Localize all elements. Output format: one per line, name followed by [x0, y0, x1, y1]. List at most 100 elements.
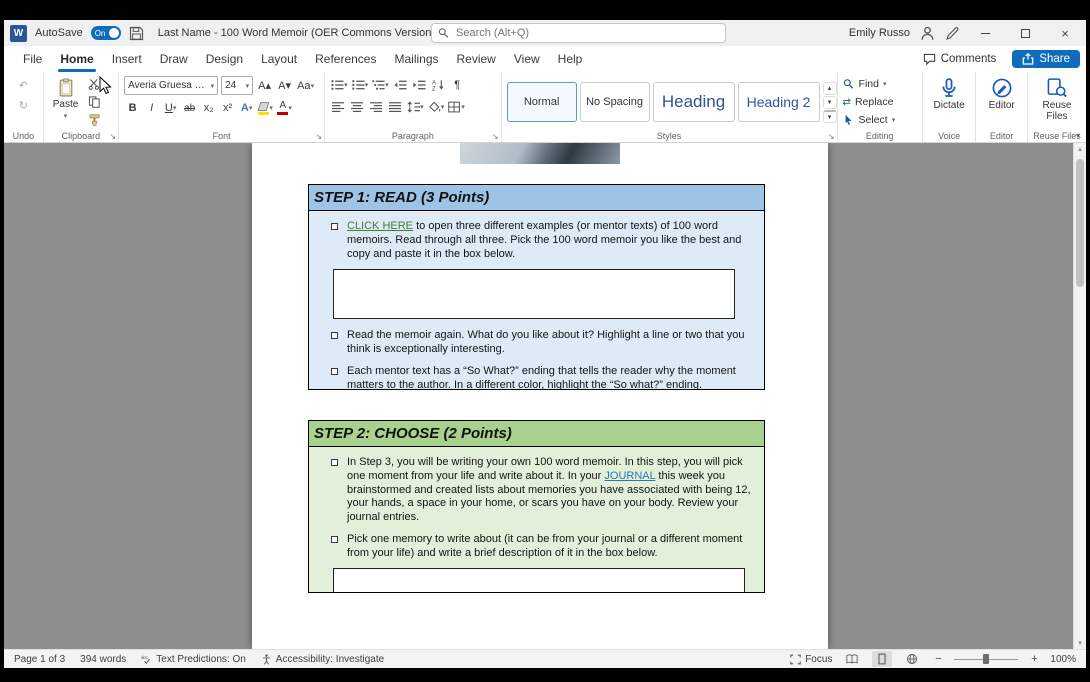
increase-indent-button[interactable] [411, 76, 428, 94]
find-button[interactable]: Find▾ [843, 76, 896, 92]
strikethrough-button[interactable]: ab [181, 99, 198, 117]
align-center-button[interactable] [349, 98, 366, 116]
read-mode-button[interactable] [842, 651, 862, 667]
numbering-button[interactable]: ▾ [351, 76, 370, 94]
user-name[interactable]: Emily Russo [849, 27, 910, 39]
tab-home[interactable]: Home [51, 46, 102, 72]
tab-review[interactable]: Review [448, 46, 505, 72]
pen-inking-icon[interactable] [945, 26, 960, 41]
style-heading1[interactable]: Heading [653, 82, 735, 122]
zoom-level[interactable]: 100% [1050, 654, 1076, 665]
journal-link[interactable]: JOURNAL [604, 470, 655, 482]
superscript-button[interactable]: x² [219, 99, 236, 117]
cut-button[interactable] [86, 76, 103, 92]
document-page[interactable]: STEP 1: READ (3 Points) CLICK HERE to op… [252, 143, 828, 649]
search-box[interactable] [431, 23, 726, 43]
click-here-link[interactable]: CLICK HERE [347, 220, 413, 232]
font-size-select[interactable]: 24 ▾ [221, 76, 253, 95]
zoom-slider-thumb[interactable] [983, 654, 989, 664]
account-person-icon[interactable] [920, 26, 935, 41]
tab-references[interactable]: References [306, 46, 385, 72]
tab-insert[interactable]: Insert [103, 46, 151, 72]
multilevel-list-button[interactable]: ▾ [371, 76, 390, 94]
editor-button[interactable]: Editor [985, 76, 1019, 128]
memoir-paste-textbox[interactable] [333, 269, 735, 319]
zoom-in-button[interactable]: + [1028, 653, 1040, 665]
paste-clipboard-icon [57, 78, 75, 97]
styles-gallery-more-button[interactable]: ▾ [823, 110, 837, 123]
comments-button[interactable]: Comments [915, 50, 1005, 69]
line-spacing-button[interactable]: ▾ [406, 98, 425, 116]
focus-mode-button[interactable]: Focus [790, 654, 832, 665]
justify-button[interactable] [387, 98, 404, 116]
web-layout-button[interactable] [902, 651, 922, 667]
align-right-button[interactable] [368, 98, 385, 116]
italic-button[interactable]: I [143, 99, 160, 117]
styles-dialog-launcher[interactable]: ↘ [828, 132, 835, 141]
copy-button[interactable] [86, 94, 103, 110]
zoom-slider[interactable] [954, 653, 1018, 665]
sort-button[interactable] [430, 76, 447, 94]
dictate-button[interactable]: Dictate [930, 76, 969, 128]
close-button[interactable]: × [1050, 22, 1080, 44]
style-no-spacing[interactable]: No Spacing [580, 82, 650, 122]
autosave-toggle[interactable]: On [91, 26, 121, 40]
borders-button[interactable]: ▾ [447, 98, 466, 116]
bullets-button[interactable]: ▾ [330, 76, 349, 94]
word-logo-icon[interactable]: W [10, 25, 27, 42]
paste-button[interactable]: Paste ▾ [49, 76, 83, 128]
tab-design[interactable]: Design [197, 46, 252, 72]
zoom-out-button[interactable]: − [932, 653, 944, 665]
tab-help[interactable]: Help [549, 46, 592, 72]
format-painter-button[interactable] [86, 112, 103, 128]
underline-button[interactable]: U▾ [162, 99, 179, 117]
vertical-scrollbar[interactable]: ▴ ▾ [1073, 143, 1086, 649]
subscript-button[interactable]: x₂ [200, 99, 217, 117]
scrollbar-thumb[interactable] [1076, 159, 1084, 287]
accessibility-status[interactable]: Accessibility: Investigate [261, 654, 384, 665]
maximize-button[interactable] [1010, 22, 1040, 44]
scrollbar-up-icon[interactable]: ▴ [1074, 145, 1086, 153]
tab-layout[interactable]: Layout [252, 46, 306, 72]
tab-mailings[interactable]: Mailings [385, 46, 447, 72]
shrink-font-button[interactable]: A▾ [276, 77, 293, 95]
print-layout-button[interactable] [872, 651, 892, 667]
highlight-button[interactable]: ▾ [257, 99, 274, 117]
paragraph-dialog-launcher[interactable]: ↘ [492, 132, 499, 141]
undo-button[interactable]: ↶ [15, 76, 32, 94]
page-count[interactable]: Page 1 of 3 [14, 654, 65, 665]
replace-button[interactable]: ⇄Replace [843, 94, 896, 110]
share-button[interactable]: Share [1012, 50, 1080, 68]
scrollbar-down-icon[interactable]: ▾ [1074, 639, 1086, 647]
style-normal[interactable]: Normal [507, 82, 577, 122]
select-button[interactable]: Select▾ [843, 112, 896, 128]
word-count[interactable]: 394 words [80, 654, 126, 665]
save-icon[interactable] [129, 26, 144, 41]
clipboard-dialog-launcher[interactable]: ↘ [109, 132, 116, 141]
minimize-button[interactable] [970, 22, 1000, 44]
memory-description-textbox[interactable] [333, 568, 745, 593]
tab-file[interactable]: File [14, 46, 51, 72]
font-dialog-launcher[interactable]: ↘ [315, 132, 322, 141]
proofing-status[interactable]: Text Predictions: On [141, 654, 245, 665]
search-input[interactable] [456, 27, 719, 39]
redo-button[interactable]: ↻ [15, 96, 32, 114]
ribbon-tab-row: File Home Insert Draw Design Layout Refe… [4, 46, 1086, 72]
style-heading2[interactable]: Heading 2 [738, 82, 820, 122]
change-case-button[interactable]: Aa▾ [296, 77, 315, 95]
decrease-indent-button[interactable] [392, 76, 409, 94]
bold-button[interactable]: B [124, 99, 141, 117]
align-left-button[interactable] [330, 98, 347, 116]
font-name-select[interactable]: Averia Gruesa Libre ▾ [124, 76, 218, 95]
font-color-button[interactable]: A▾ [276, 99, 293, 117]
grow-font-button[interactable]: A▴ [256, 77, 273, 95]
text-effects-button[interactable]: A▾ [238, 99, 255, 117]
styles-gallery-down-button[interactable]: ▾ [823, 96, 837, 109]
ribbon-collapse-button[interactable]: ▾ [1076, 131, 1080, 140]
styles-gallery-up-button[interactable]: ▴ [823, 82, 837, 95]
tab-draw[interactable]: Draw [151, 46, 197, 72]
reuse-files-button[interactable]: Reuse Files [1033, 76, 1081, 128]
show-formatting-marks-button[interactable]: ¶ [449, 76, 466, 94]
tab-view[interactable]: View [505, 46, 549, 72]
shading-button[interactable]: ▾ [427, 98, 446, 116]
